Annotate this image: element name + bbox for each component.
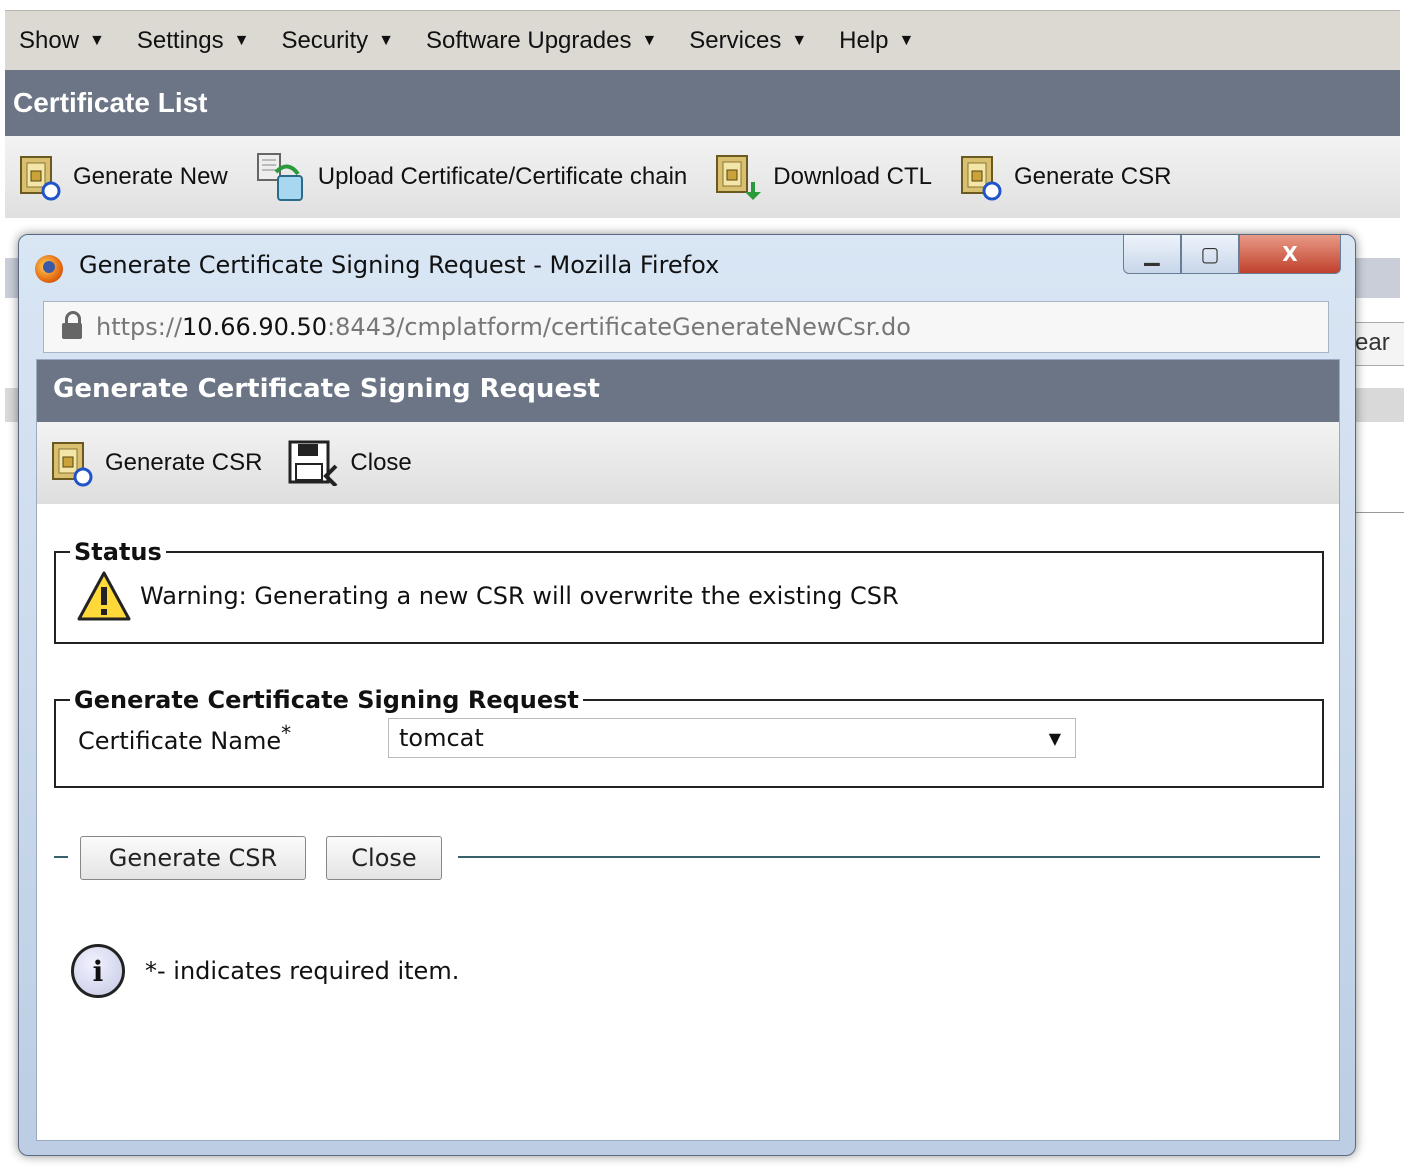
required-mark: * xyxy=(281,721,292,745)
caret-down-icon: ▼ xyxy=(898,32,915,49)
generate-csr-page-button[interactable]: Generate CSR xyxy=(958,153,1171,201)
certificate-refresh-icon xyxy=(20,156,61,201)
upload-icon xyxy=(256,153,303,201)
page-title-bar: Certificate List xyxy=(5,70,1400,136)
minimize-icon: ▁ xyxy=(1144,242,1160,266)
maximize-icon: ▢ xyxy=(1200,242,1220,266)
menu-help[interactable]: Help ▼ xyxy=(839,27,914,55)
menu-services[interactable]: Services ▼ xyxy=(689,27,807,55)
certificate-name-row: Certificate Name* tomcat ▼ xyxy=(78,718,1322,758)
menu-label: Show xyxy=(19,27,80,54)
menu-label: Settings xyxy=(136,27,224,54)
csr-form-section: Generate Certificate Signing Request Cer… xyxy=(54,686,1324,788)
popup-toolbar: Generate CSR Close xyxy=(37,422,1339,504)
dropdown-arrow-icon: ▼ xyxy=(1048,728,1061,748)
popup-content: Generate Certificate Signing Request Gen… xyxy=(36,359,1340,1141)
close-icon: X xyxy=(1282,242,1298,266)
menu-show[interactable]: Show ▼ xyxy=(19,27,105,55)
toolbar-close-button[interactable]: Close xyxy=(288,440,412,486)
url-host: 10.66.90.50 xyxy=(182,313,328,341)
caret-down-icon: ▼ xyxy=(233,32,250,49)
popup-window-title: Generate Certificate Signing Request - M… xyxy=(79,251,720,279)
certificate-name-select[interactable]: tomcat ▼ xyxy=(388,718,1076,758)
required-note-text: *- indicates required item. xyxy=(145,957,460,985)
url-path: :8443/cmplatform/certificateGenerateNewC… xyxy=(327,313,911,341)
certificate-name-label: Certificate Name* xyxy=(78,721,388,755)
download-ctl-button[interactable]: Download CTL xyxy=(713,152,932,202)
popup-header: Generate Certificate Signing Request xyxy=(37,360,1339,422)
firefox-icon xyxy=(35,255,63,283)
close-window-button[interactable]: X xyxy=(1239,235,1341,274)
caret-down-icon: ▼ xyxy=(89,32,105,49)
page-title: Certificate List xyxy=(13,87,208,118)
menu-software-upgrades[interactable]: Software Upgrades ▼ xyxy=(426,27,657,55)
info-icon: i xyxy=(71,944,125,998)
url-text: https://10.66.90.50:8443/cmplatform/cert… xyxy=(96,313,911,341)
popup-header-title: Generate Certificate Signing Request xyxy=(53,374,600,404)
divider xyxy=(54,856,68,858)
url-bar[interactable]: https://10.66.90.50:8443/cmplatform/cert… xyxy=(43,301,1329,353)
popup-window: Generate Certificate Signing Request - M… xyxy=(18,234,1356,1156)
generate-csr-button[interactable]: Generate CSR xyxy=(80,836,306,880)
upload-certificate-button[interactable]: Upload Certificate/Certificate chain xyxy=(254,152,688,202)
url-scheme: https:// xyxy=(96,313,183,341)
certificate-download-icon xyxy=(716,155,762,200)
toolbar-label: Generate CSR xyxy=(1014,163,1172,190)
close-button[interactable]: Close xyxy=(326,836,442,880)
warning-text: Warning: Generating a new CSR will overw… xyxy=(140,582,899,610)
partial-button-label: ear xyxy=(1355,329,1390,356)
caret-down-icon: ▼ xyxy=(641,32,658,49)
menu-security[interactable]: Security ▼ xyxy=(281,27,394,55)
required-note: i *- indicates required item. xyxy=(71,944,459,998)
warning-icon xyxy=(77,571,131,621)
page-toolbar: Generate New Upload Certificate/Certific… xyxy=(5,136,1400,218)
generate-new-button[interactable]: Generate New xyxy=(17,153,228,201)
toolbar-label: Close xyxy=(350,449,412,476)
floppy-close-icon xyxy=(288,440,338,486)
toolbar-label: Download CTL xyxy=(773,163,933,190)
toolbar-label: Generate New xyxy=(73,163,228,190)
window-controls: ▁ ▢ X xyxy=(1123,235,1341,274)
maximize-button[interactable]: ▢ xyxy=(1181,235,1239,274)
certificate-refresh-icon xyxy=(52,442,93,487)
menu-label: Security xyxy=(281,27,369,54)
toolbar-label: Upload Certificate/Certificate chain xyxy=(317,163,688,190)
menu-settings[interactable]: Settings ▼ xyxy=(137,27,250,55)
status-legend: Status xyxy=(74,538,162,566)
warning-row: Warning: Generating a new CSR will overw… xyxy=(76,570,1322,622)
status-section: Status Warning: Generating a new CSR wil… xyxy=(54,538,1324,644)
toolbar-label: Generate CSR xyxy=(105,449,263,476)
minimize-button[interactable]: ▁ xyxy=(1123,235,1181,274)
divider xyxy=(458,856,1320,858)
button-row: Generate CSR Close xyxy=(54,832,1320,882)
toolbar-generate-csr-button[interactable]: Generate CSR xyxy=(49,439,262,487)
certificate-name-value: tomcat xyxy=(399,724,484,752)
csr-form-legend: Generate Certificate Signing Request xyxy=(74,686,579,714)
lock-icon xyxy=(62,311,82,339)
menu-label: Services xyxy=(689,27,782,54)
certificate-refresh-icon xyxy=(961,156,1002,201)
caret-down-icon: ▼ xyxy=(378,32,394,49)
menu-label: Help xyxy=(839,27,889,54)
menu-bar: Show ▼ Settings ▼ Security ▼ Software Upgra… xyxy=(5,10,1400,71)
menu-label: Software Upgrades xyxy=(426,27,632,54)
certificate-name-label-text: Certificate Name xyxy=(78,727,282,755)
caret-down-icon: ▼ xyxy=(791,32,808,49)
